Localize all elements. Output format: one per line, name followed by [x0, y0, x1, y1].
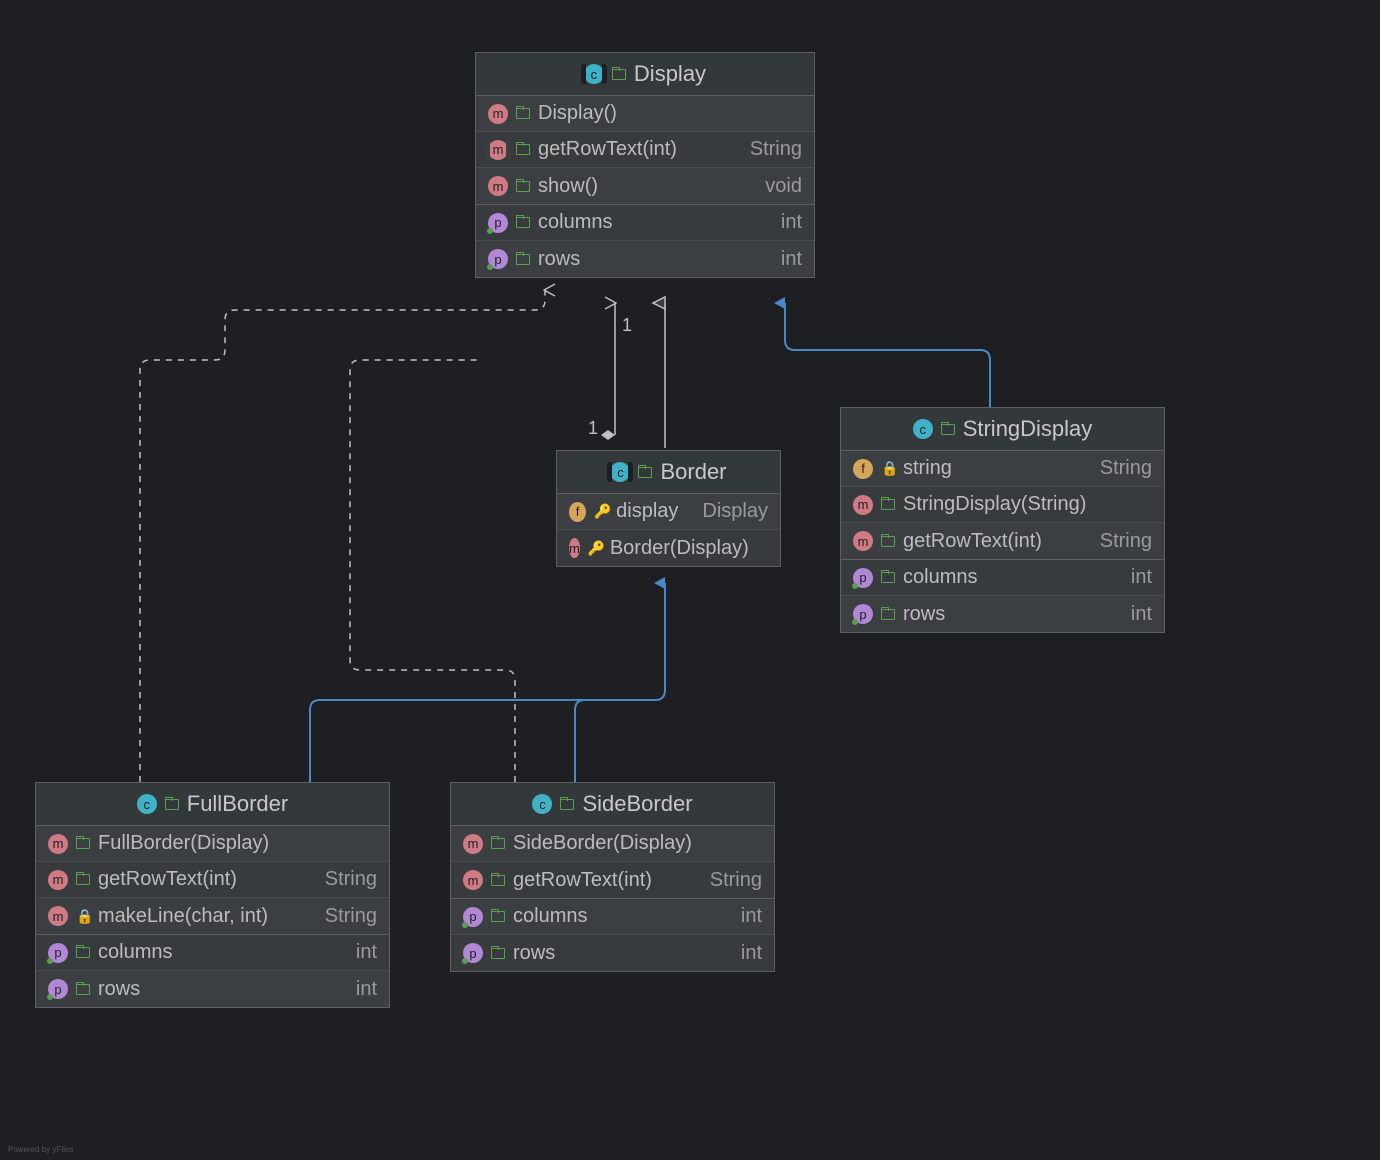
visibility-open-icon: [941, 418, 955, 441]
edge-sideborder-border: [575, 700, 655, 782]
class-header: c FullBorder: [36, 783, 389, 826]
member-row: p rows int: [841, 596, 1164, 632]
member-row: m SideBorder(Display): [451, 826, 774, 862]
visibility-icon: [516, 138, 530, 161]
visibility-protected-icon: 🔑: [594, 503, 608, 520]
property-icon: p: [463, 943, 483, 963]
visibility-icon: [491, 832, 505, 855]
edge-fullborder-display-dep: [140, 290, 545, 782]
visibility-open-icon: [612, 63, 626, 86]
member-row: f 🔒 string String: [841, 451, 1164, 487]
class-title: Border: [660, 459, 726, 485]
visibility-icon: [491, 942, 505, 965]
aggregation-label-top: 1: [622, 315, 632, 336]
member-row: m show() void: [476, 168, 814, 204]
visibility-open-icon: [165, 793, 179, 816]
visibility-protected-icon: 🔑: [588, 540, 602, 557]
visibility-icon: [881, 566, 895, 589]
class-fullborder[interactable]: c FullBorder m FullBorder(Display) m get…: [35, 782, 390, 1008]
method-icon: m: [488, 104, 508, 124]
visibility-open-icon: [638, 461, 652, 484]
class-title: SideBorder: [582, 791, 692, 817]
method-icon: m: [488, 176, 508, 196]
property-icon: p: [463, 907, 483, 927]
member-row: p columns int: [451, 899, 774, 935]
member-row: p columns int: [36, 935, 389, 971]
visibility-icon: [76, 978, 90, 1001]
class-icon: c: [137, 794, 157, 814]
member-row: m StringDisplay(String): [841, 487, 1164, 523]
visibility-icon: [881, 603, 895, 626]
member-row: f 🔑 display Display: [557, 494, 780, 530]
class-title: Display: [634, 61, 706, 87]
property-icon: p: [853, 568, 873, 588]
method-icon: m: [48, 834, 68, 854]
visibility-private-icon: 🔒: [76, 908, 90, 925]
member-row: p rows int: [36, 971, 389, 1007]
method-icon: m: [463, 870, 483, 890]
member-row: m 🔒 makeLine(char, int) String: [36, 898, 389, 934]
visibility-icon: [491, 869, 505, 892]
class-icon: c: [532, 794, 552, 814]
class-display[interactable]: c Display m Display() m getRowText(int) …: [475, 52, 815, 278]
method-icon: m: [48, 870, 68, 890]
member-row: m getRowText(int) String: [476, 132, 814, 168]
member-row: m getRowText(int) String: [841, 523, 1164, 559]
member-row: p rows int: [476, 241, 814, 277]
class-header: c Border: [557, 451, 780, 494]
method-abstract-icon: m: [488, 140, 508, 160]
method-icon: m: [853, 495, 873, 515]
method-icon: m: [853, 531, 873, 551]
visibility-icon: [76, 941, 90, 964]
visibility-private-icon: 🔒: [881, 460, 895, 477]
footer-attribution: Powered by yFiles: [8, 1145, 73, 1154]
member-row: m getRowText(int) String: [451, 862, 774, 898]
visibility-open-icon: [560, 793, 574, 816]
visibility-icon: [881, 493, 895, 516]
visibility-icon: [516, 248, 530, 271]
edge-fullborder-border: [310, 583, 665, 782]
class-sideborder[interactable]: c SideBorder m SideBorder(Display) m get…: [450, 782, 775, 972]
visibility-icon: [76, 832, 90, 855]
method-icon: m: [48, 906, 68, 926]
member-row: p columns int: [476, 205, 814, 241]
visibility-icon: [76, 868, 90, 891]
visibility-icon: [516, 211, 530, 234]
class-header: c StringDisplay: [841, 408, 1164, 451]
visibility-icon: [516, 102, 530, 125]
property-icon: p: [488, 249, 508, 269]
class-icon: c: [610, 462, 630, 482]
visibility-icon: [516, 175, 530, 198]
diagram-canvas[interactable]: 1 1 c Display m Display() m getRowText(i…: [0, 0, 1380, 1160]
class-title: FullBorder: [187, 791, 288, 817]
member-row: p rows int: [451, 935, 774, 971]
member-row: m getRowText(int) String: [36, 862, 389, 898]
member-row: m FullBorder(Display): [36, 826, 389, 862]
edge-stringdisplay-display: [785, 303, 990, 410]
visibility-icon: [491, 905, 505, 928]
class-header: c Display: [476, 53, 814, 96]
member-row: m 🔑 Border(Display): [557, 530, 780, 566]
class-header: c SideBorder: [451, 783, 774, 826]
class-border[interactable]: c Border f 🔑 display Display m 🔑 Border(…: [556, 450, 781, 567]
field-icon: f: [569, 502, 586, 522]
member-row: p columns int: [841, 560, 1164, 596]
property-icon: p: [853, 604, 873, 624]
method-icon: m: [463, 834, 483, 854]
class-stringdisplay[interactable]: c StringDisplay f 🔒 string String m Stri…: [840, 407, 1165, 633]
class-icon: c: [913, 419, 933, 439]
aggregation-label-bottom: 1: [588, 418, 598, 439]
method-icon: m: [569, 538, 580, 558]
field-icon: f: [853, 459, 873, 479]
property-icon: p: [48, 979, 68, 999]
class-icon: c: [584, 64, 604, 84]
edge-sideborder-display-dep: [350, 360, 515, 782]
visibility-icon: [881, 530, 895, 553]
member-row: m Display(): [476, 96, 814, 132]
property-icon: p: [48, 943, 68, 963]
property-icon: p: [488, 213, 508, 233]
class-title: StringDisplay: [963, 416, 1093, 442]
